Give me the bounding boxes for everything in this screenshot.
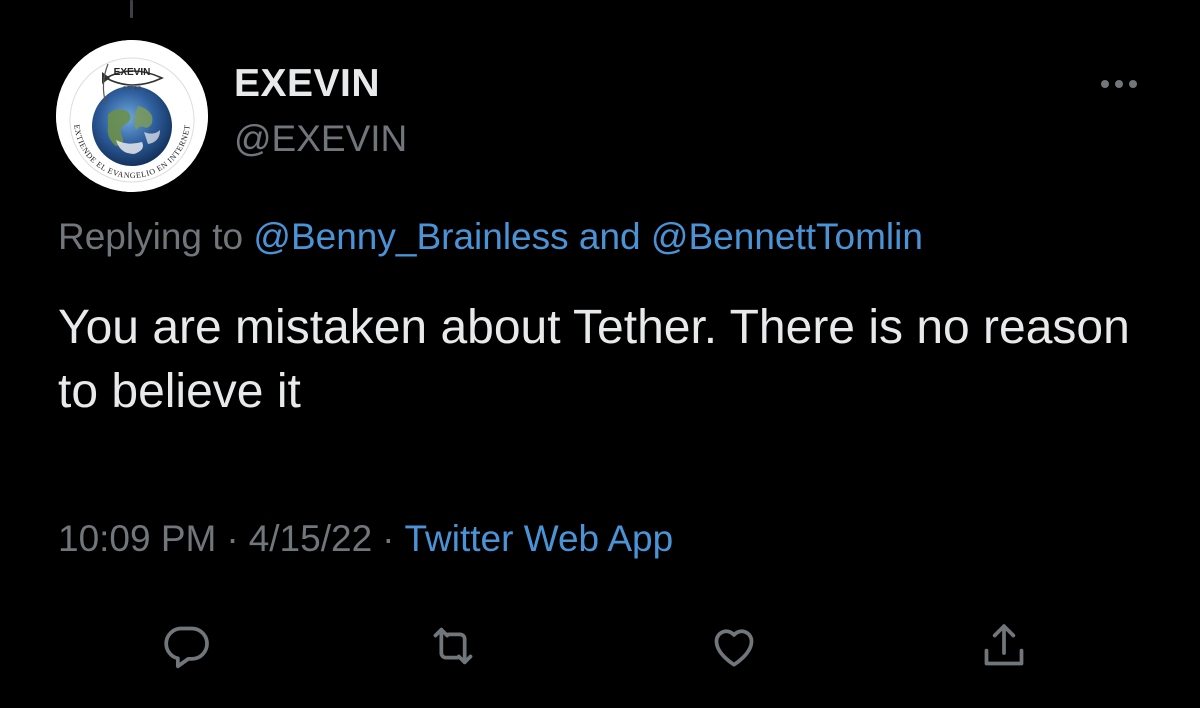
tweet-date[interactable]: 4/15/22	[249, 518, 372, 559]
thread-connector-line	[130, 0, 133, 18]
tweet-time[interactable]: 10:09 PM	[58, 518, 216, 559]
like-icon	[714, 629, 754, 667]
author-handle[interactable]: @EXEVIN	[234, 118, 407, 160]
reply-icon	[164, 626, 209, 669]
meta-separator: ·	[226, 518, 239, 559]
tweet-source-link[interactable]: Twitter Web App	[404, 518, 673, 559]
reply-mention-and[interactable]: and	[579, 216, 641, 257]
replying-prefix: Replying to	[58, 216, 244, 257]
tweet-text: You are mistaken about Tether. There is …	[58, 301, 1130, 418]
retweet-icon	[433, 627, 473, 665]
tweet-metadata: 10:09 PM · 4/15/22 · Twitter Web App	[58, 518, 673, 560]
svg-text:EXEVIN: EXEVIN	[114, 67, 151, 78]
svg-text:2 Ti. 4:2: 2 Ti. 4:2	[123, 86, 141, 92]
exevin-logo: EXEVIN 2 Ti. 4:2 EXTIENDE EL EVANGELIO E…	[56, 40, 208, 192]
meta-separator: ·	[382, 518, 395, 559]
replying-to-line: Replying to @Benny_Brainless and @Bennet…	[58, 216, 923, 258]
share-icon	[984, 624, 1024, 666]
retweet-button[interactable]	[425, 618, 481, 674]
reply-button[interactable]	[158, 618, 214, 674]
share-button[interactable]	[976, 618, 1032, 674]
avatar[interactable]: EXEVIN 2 Ti. 4:2 EXTIENDE EL EVANGELIO E…	[56, 40, 208, 192]
more-options-icon[interactable]	[1096, 70, 1142, 98]
reply-mention-link[interactable]: @BennettTomlin	[651, 216, 923, 257]
author-display-name[interactable]: EXEVIN	[234, 62, 380, 106]
like-button[interactable]	[706, 618, 762, 674]
reply-mention-link[interactable]: @Benny_Brainless	[253, 216, 568, 257]
